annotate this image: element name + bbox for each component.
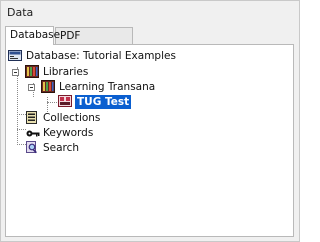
database-tree[interactable]: Database: Tutorial Examples Libraries Le…: [5, 44, 294, 237]
database-icon: [8, 50, 22, 65]
tree-item-label: Database: Tutorial Examples: [26, 50, 176, 62]
search-icon: [26, 141, 39, 158]
collapse-toggle[interactable]: [28, 84, 35, 91]
tree-item-tug-test[interactable]: TUG Test: [58, 95, 178, 109]
keywords-icon: [26, 128, 40, 142]
tree-connector: [17, 129, 26, 130]
tab-pdf-selections[interactable]: PDF Selections: [55, 27, 133, 59]
tab-database[interactable]: Database: [5, 26, 60, 45]
tree-connector: [17, 114, 26, 115]
tree-item-learning-transana[interactable]: Learning Transana: [28, 80, 228, 94]
tree-item-label: Collections: [43, 112, 101, 124]
tree-item-label: Libraries: [43, 66, 89, 78]
document-icon: [58, 95, 72, 111]
tree-item-root[interactable]: Database: Tutorial Examples: [8, 49, 248, 63]
tree-item-label: TUG Test: [75, 95, 132, 109]
tree-item-label: Keywords: [43, 127, 94, 139]
tree-item-libraries[interactable]: Libraries: [12, 65, 212, 79]
tree-item-label: Learning Transana: [59, 81, 156, 93]
tree-connector: [47, 97, 48, 112]
tree-item-keywords[interactable]: Keywords: [26, 126, 176, 140]
tree-item-label: Search: [43, 142, 80, 154]
library-icon: [41, 80, 55, 97]
tree-item-search[interactable]: Search: [26, 141, 176, 155]
tree-item-collections[interactable]: Collections: [26, 111, 176, 125]
collapse-toggle[interactable]: [12, 69, 19, 76]
tree-connector: [47, 102, 57, 103]
tree-connector: [17, 144, 26, 145]
data-panel: Data Database PDF Selections Database: T…: [0, 0, 300, 242]
panel-title: Data: [7, 6, 34, 19]
